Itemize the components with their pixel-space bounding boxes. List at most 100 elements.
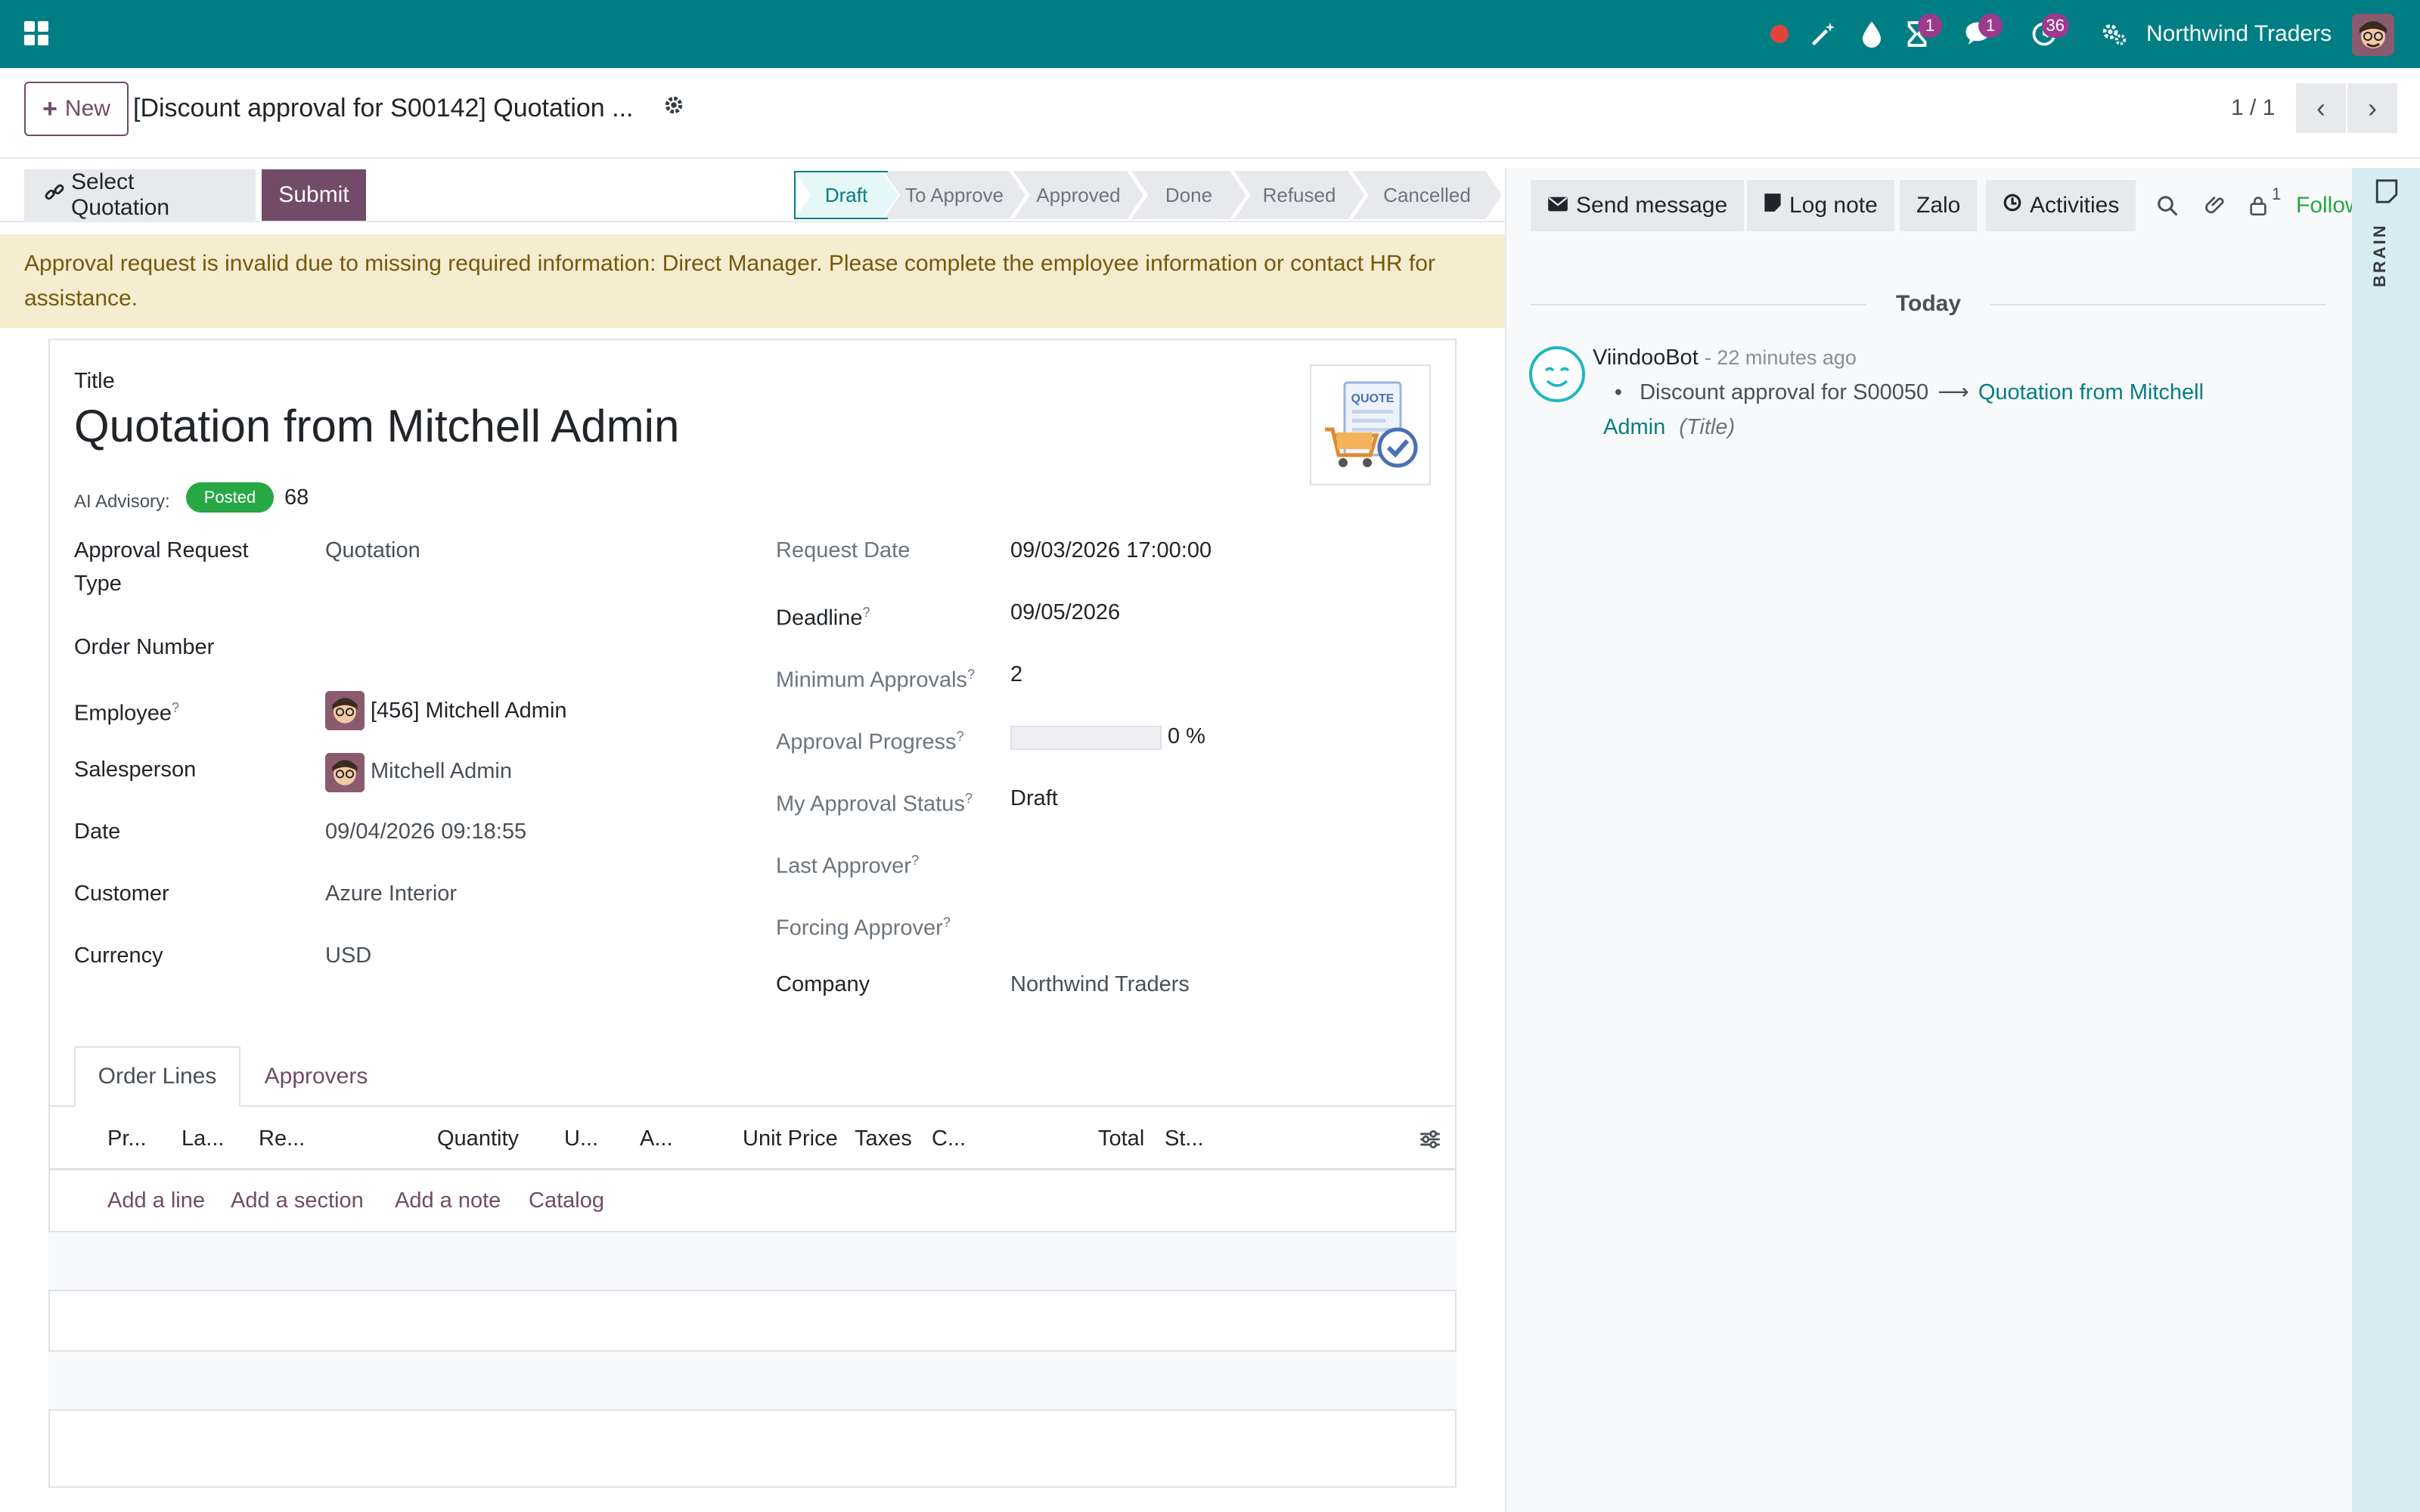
send-message-button[interactable]: Send message bbox=[1531, 180, 1745, 231]
min-approvals-label: Minimum Approvals? bbox=[776, 658, 975, 697]
date-separator-line bbox=[1531, 304, 1866, 305]
new-button[interactable]: + New bbox=[24, 82, 129, 136]
title-field[interactable]: Quotation from Mitchell Admin bbox=[74, 396, 679, 457]
messages-badge: 1 bbox=[1978, 14, 2003, 38]
record-dot-icon[interactable] bbox=[1762, 17, 1797, 51]
tab-order-lines[interactable]: Order Lines bbox=[74, 1046, 240, 1107]
employee-help-icon[interactable]: ? bbox=[172, 700, 179, 715]
company-switcher[interactable]: Northwind Traders bbox=[2146, 20, 2332, 48]
min-approvals-help-icon[interactable]: ? bbox=[967, 667, 975, 682]
my-status-label: My Approval Status? bbox=[776, 782, 973, 821]
currency-label: Currency bbox=[74, 943, 163, 968]
column-unit-price[interactable]: Unit Price bbox=[743, 1122, 838, 1155]
chat-icon[interactable]: 1 bbox=[1960, 14, 2003, 51]
droplet-icon[interactable] bbox=[1854, 17, 1889, 51]
record-title: [Discount approval for S00142] Quotation… bbox=[133, 94, 634, 122]
forcing-approver-help-icon[interactable]: ? bbox=[943, 915, 951, 930]
my-status-help-icon[interactable]: ? bbox=[965, 791, 973, 806]
customer-value[interactable]: Azure Interior bbox=[325, 877, 457, 910]
activities-button[interactable]: Activities bbox=[1986, 180, 2136, 231]
deadline-label-text: Deadline bbox=[776, 606, 863, 631]
submit-button[interactable]: Submit bbox=[262, 169, 366, 221]
employee-value[interactable]: [456] Mitchell Admin bbox=[371, 694, 567, 727]
column-status[interactable]: St... bbox=[1165, 1122, 1204, 1155]
pager-next-button[interactable]: › bbox=[2347, 83, 2397, 133]
settings-icon[interactable] bbox=[2096, 17, 2131, 51]
currency-value[interactable]: USD bbox=[325, 939, 371, 972]
message-header: ViindooBot - 22 minutes ago bbox=[1593, 342, 1857, 373]
envelope-icon bbox=[1547, 193, 1568, 218]
salesperson-value[interactable]: Mitchell Admin bbox=[371, 754, 512, 788]
app-menu-icon[interactable] bbox=[24, 21, 48, 45]
approval-progress-help-icon[interactable]: ? bbox=[957, 729, 964, 744]
zalo-button[interactable]: Zalo bbox=[1900, 180, 1978, 231]
column-analytic[interactable]: A... bbox=[640, 1122, 673, 1155]
follow-button[interactable]: Follow bbox=[2296, 187, 2352, 224]
stage-to-approve[interactable]: To Approve bbox=[883, 171, 1025, 219]
deadline-help-icon[interactable]: ? bbox=[862, 605, 870, 620]
bot-avatar bbox=[1529, 346, 1585, 402]
ai-status-badge: Posted bbox=[186, 482, 274, 513]
quotation-image[interactable]: QUOTE bbox=[1310, 364, 1431, 485]
gear-icon[interactable] bbox=[662, 94, 690, 121]
column-label[interactable]: La... bbox=[182, 1122, 224, 1155]
column-currency[interactable]: C... bbox=[932, 1122, 966, 1155]
log-note-button[interactable]: Log note bbox=[1747, 180, 1894, 231]
clock-icon bbox=[2003, 193, 2022, 218]
hourglass-icon[interactable]: 1 bbox=[1900, 14, 1942, 51]
catalog-link[interactable]: Catalog bbox=[529, 1184, 604, 1217]
quote-image-text: QUOTE bbox=[1351, 392, 1395, 405]
stage-refused[interactable]: Refused bbox=[1234, 171, 1364, 219]
send-message-label: Send message bbox=[1576, 193, 1728, 218]
salesperson-label: Salesperson bbox=[74, 758, 197, 782]
followers-count: 1 bbox=[2272, 184, 2282, 203]
tracking-field-name: (Title) bbox=[1679, 415, 1736, 439]
select-quotation-label: Select Quotation bbox=[71, 169, 170, 220]
column-product[interactable]: Pr... bbox=[107, 1122, 147, 1155]
message-author[interactable]: ViindooBot bbox=[1593, 345, 1699, 370]
approval-progress-label-text: Approval Progress bbox=[776, 730, 957, 754]
column-reference[interactable]: Re... bbox=[259, 1122, 305, 1155]
pager-previous-button[interactable]: ‹ bbox=[2296, 83, 2346, 133]
stage-approved[interactable]: Approved bbox=[1013, 171, 1143, 219]
add-note-link[interactable]: Add a note bbox=[395, 1184, 501, 1217]
tab-approvers[interactable]: Approvers bbox=[248, 1046, 384, 1107]
table-row-divider bbox=[48, 1290, 1457, 1291]
magic-wand-icon[interactable] bbox=[1806, 17, 1841, 51]
approval-type-value: Quotation bbox=[325, 538, 420, 562]
chevron-right-icon: › bbox=[2368, 92, 2377, 123]
stage-done[interactable]: Done bbox=[1131, 171, 1246, 219]
date-separator: Today bbox=[1895, 291, 1962, 316]
add-section-link[interactable]: Add a section bbox=[231, 1184, 364, 1217]
search-icon[interactable] bbox=[2151, 187, 2184, 224]
select-quotation-button[interactable]: Select Quotation bbox=[24, 169, 256, 221]
table-row-divider bbox=[48, 1409, 1457, 1411]
column-total[interactable]: Total bbox=[1098, 1122, 1144, 1155]
date-label: Date bbox=[74, 820, 121, 844]
deadline-value[interactable]: 09/05/2026 bbox=[1010, 596, 1120, 629]
stage-cancelled[interactable]: Cancelled bbox=[1352, 171, 1502, 219]
column-uom[interactable]: U... bbox=[564, 1122, 598, 1155]
company-value[interactable]: Northwind Traders bbox=[1010, 968, 1190, 1001]
sticky-note-icon[interactable] bbox=[2375, 178, 2400, 206]
customer-label: Customer bbox=[74, 881, 169, 906]
paperclip-icon[interactable] bbox=[2199, 187, 2232, 224]
clock-icon[interactable]: 36 bbox=[2027, 14, 2069, 51]
column-taxes[interactable]: Taxes bbox=[855, 1122, 912, 1155]
request-date-value[interactable]: 09/03/2026 17:00:00 bbox=[1010, 534, 1212, 567]
tracking-old-value: Discount approval for S00050 bbox=[1640, 380, 1929, 404]
date-value: 09/04/2026 09:18:55 bbox=[325, 820, 527, 844]
my-status-value: Draft bbox=[1010, 786, 1058, 810]
followers-icon[interactable] bbox=[2242, 187, 2275, 224]
last-approver-help-icon[interactable]: ? bbox=[911, 853, 919, 868]
user-avatar[interactable] bbox=[2352, 14, 2394, 56]
table-row bbox=[48, 1352, 1457, 1409]
pager-value[interactable]: 1 / 1 bbox=[2231, 89, 2275, 127]
ai-score: 68 bbox=[284, 485, 309, 510]
employee-avatar bbox=[325, 691, 365, 730]
ai-advisory-label: AI Advisory: bbox=[74, 491, 170, 512]
column-settings-icon[interactable] bbox=[1417, 1126, 1443, 1152]
column-quantity[interactable]: Quantity bbox=[437, 1122, 519, 1155]
brain-panel[interactable] bbox=[2352, 168, 2420, 1512]
add-line-link[interactable]: Add a line bbox=[107, 1184, 205, 1217]
